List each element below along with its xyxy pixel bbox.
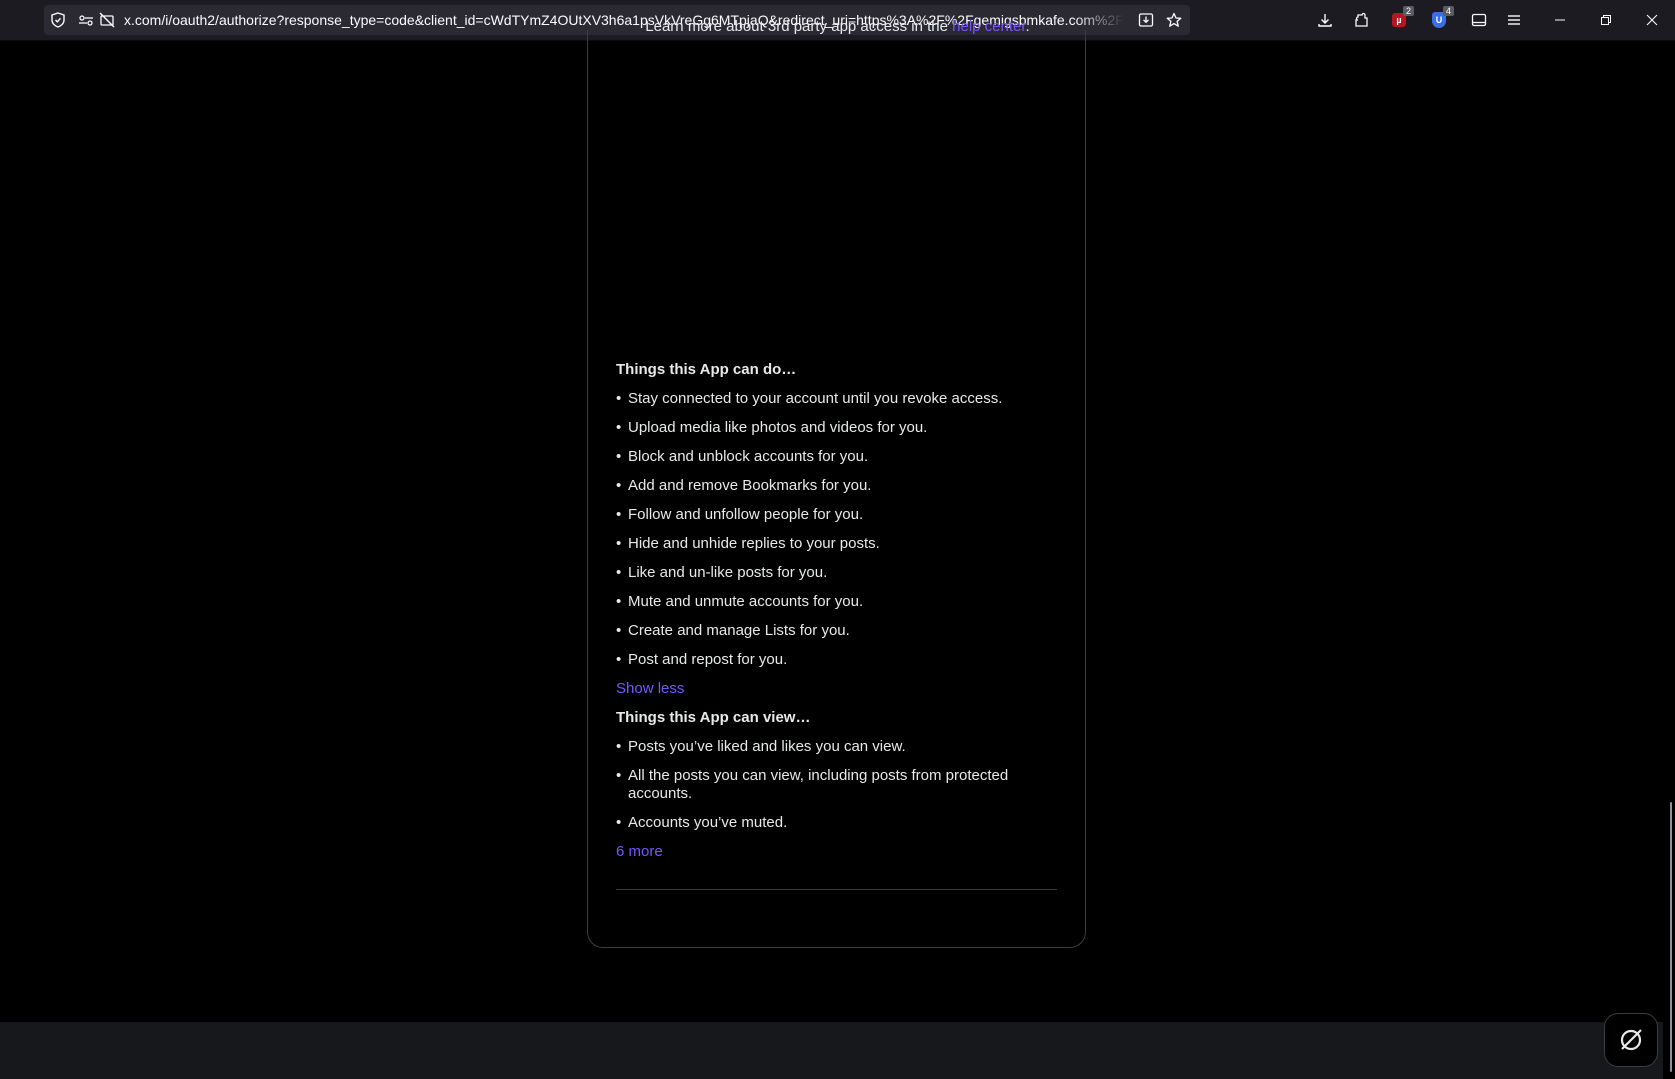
footer-text: Learn more about 3rd party app access in…	[0, 18, 1675, 35]
grok-button[interactable]	[1604, 1013, 1658, 1067]
list-item: • Like and un-like posts for you.	[616, 564, 828, 581]
can-do-title: Things this App can do…	[616, 361, 797, 378]
list-item: • Accounts you’ve muted.	[616, 814, 788, 831]
list-item: • Stay connected to your account until yo…	[616, 390, 1003, 407]
show-more-link[interactable]: 6 more	[616, 842, 663, 862]
divider	[616, 889, 1057, 890]
list-item: • Post and repost for you.	[616, 651, 788, 668]
list-item: • Add and remove Bookmarks for you.	[616, 477, 872, 494]
list-item: • Block and unblock accounts for you.	[616, 448, 869, 465]
show-less-link[interactable]: Show less	[616, 679, 684, 699]
footer-bar	[0, 1022, 1663, 1079]
list-item: • Posts you’ve liked and likes you can vi…	[616, 738, 906, 755]
ext-badge: 4	[1443, 6, 1454, 16]
list-item: • Upload media like photos and videos for…	[616, 419, 928, 436]
list-item: • Mute and unmute accounts for you.	[616, 593, 864, 610]
scrollbar-thumb[interactable]	[1670, 802, 1672, 1072]
list-item: • Follow and unfollow people for you.	[616, 506, 864, 523]
footer-prefix: Learn more about 3rd party app access in…	[645, 18, 953, 35]
footer-suffix: .	[1025, 18, 1030, 35]
help-center-link[interactable]: help center	[952, 18, 1025, 35]
list-item: • Hide and unhide replies to your posts.	[616, 535, 880, 552]
grok-icon	[1620, 1029, 1642, 1051]
ublock-badge: 2	[1403, 6, 1414, 16]
list-item: • All the posts you can view, including p…	[616, 767, 1009, 802]
can-view-title: Things this App can view…	[616, 709, 811, 726]
list-item: • Create and manage Lists for you.	[616, 622, 850, 639]
